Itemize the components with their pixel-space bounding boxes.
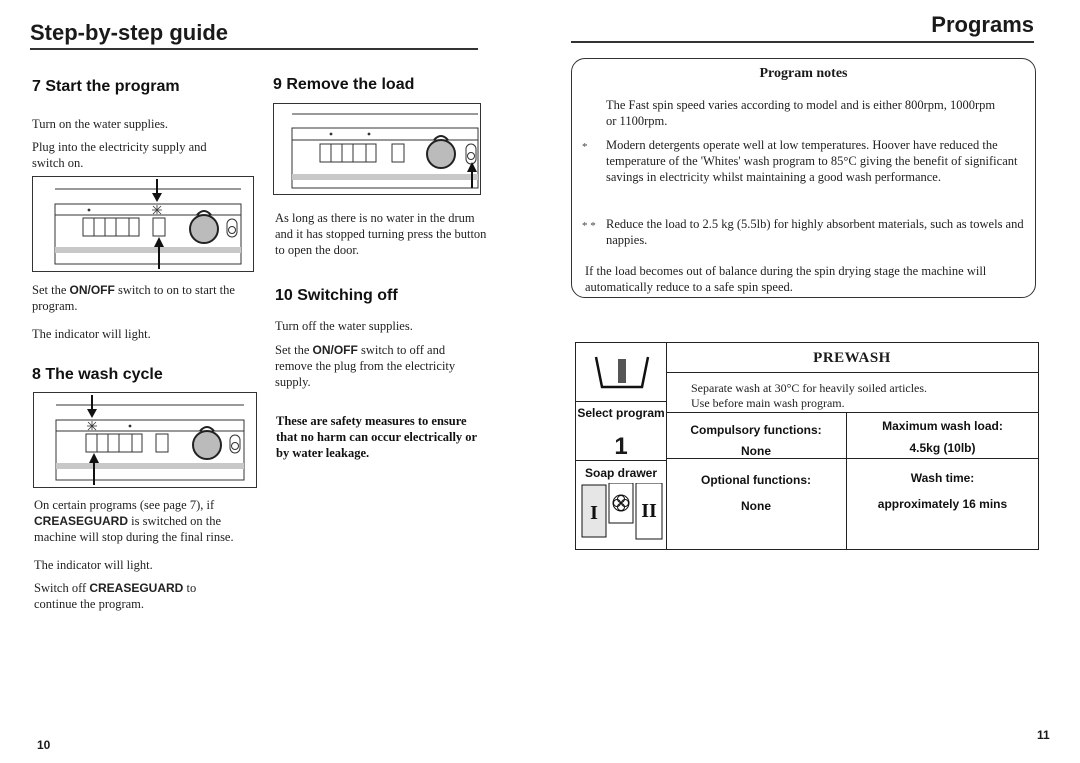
program-note-reduce-load: Reduce the load to 2.5 kg (5.5lb) for hi… xyxy=(606,217,1024,247)
prewash-program-table: Select program 1 Soap drawer I II PREWAS… xyxy=(575,342,1039,550)
start-program-para3: Set the ON/OFF switch to on to start the… xyxy=(32,282,242,314)
start-program-para1: Turn on the water supplies. xyxy=(32,117,168,131)
control-panel-illustration-door xyxy=(273,103,481,195)
program-note-detergents: Modern detergents operate well at low te… xyxy=(606,138,1018,184)
text: Set the xyxy=(275,343,313,357)
remove-load-para1: As long as there is no water in the drum… xyxy=(275,211,487,257)
compartment-I-label: I xyxy=(590,502,598,524)
start-program-para2: Plug into the electricity supply and swi… xyxy=(32,140,207,170)
wash-time-label: Wash time: xyxy=(910,471,975,485)
wash-cycle-para2: The indicator will light. xyxy=(34,558,153,572)
right-title-rule xyxy=(571,41,1034,43)
select-program-label: Select program xyxy=(577,406,665,420)
switching-off-para1: Turn off the water supplies. xyxy=(275,319,413,333)
program-number: 1 xyxy=(614,433,628,460)
compulsory-functions-label: Compulsory functions: xyxy=(690,423,822,437)
wash-cycle-para1: On certain programs (see page 7), if CRE… xyxy=(34,497,264,545)
control-panel-illustration-wash xyxy=(33,392,257,488)
note-double-asterisk: * * xyxy=(582,220,596,232)
safety-note: These are safety measures to ensure that… xyxy=(276,413,477,460)
text: Set the xyxy=(32,283,70,297)
left-page-number: 10 xyxy=(37,738,51,752)
text: On certain programs (see page 7), if xyxy=(34,498,215,512)
on-off-label: ON/OFF xyxy=(69,283,115,297)
wash-cycle-para3: Switch off CREASEGUARD to continue the p… xyxy=(34,580,234,612)
heading-start-program: 7 Start the program xyxy=(32,78,180,95)
prewash-description-1: Separate wash at 30°C for heavily soiled… xyxy=(691,381,928,395)
on-off-label: ON/OFF xyxy=(312,343,358,357)
heading-wash-cycle: 8 The wash cycle xyxy=(32,366,163,383)
start-program-para4: The indicator will light. xyxy=(32,327,151,341)
wash-tub-prewash-icon xyxy=(594,353,650,398)
prewash-description-2: Use before main wash program. xyxy=(691,396,845,410)
note-asterisk: * xyxy=(582,141,588,153)
right-page-title: Programs xyxy=(931,12,1034,37)
program-notes-box: Program notes The Fast spin speed varies… xyxy=(571,58,1036,298)
right-page-number: 11 xyxy=(1037,728,1050,742)
heading-switching-off: 10 Switching off xyxy=(275,287,398,304)
prewash-title: PREWASH xyxy=(813,350,891,366)
wash-time-value: approximately 16 mins xyxy=(877,497,1008,511)
soap-drawer-label: Soap drawer xyxy=(584,466,658,480)
max-load-value: 4.5kg (10lb) xyxy=(909,441,976,455)
left-page-title: Step-by-step guide xyxy=(30,20,229,45)
compartment-II-label: II xyxy=(641,500,657,522)
control-panel-illustration-start xyxy=(32,176,254,272)
creaseguard-label: CREASEGUARD xyxy=(89,581,184,595)
left-title-rule xyxy=(30,48,478,50)
optional-functions-value: None xyxy=(741,499,771,513)
heading-remove-load: 9 Remove the load xyxy=(273,76,415,93)
text: Switch off xyxy=(34,581,90,595)
program-note-spin-speed: The Fast spin speed varies according to … xyxy=(606,98,996,128)
program-note-balance: If the load becomes out of balance durin… xyxy=(585,264,987,294)
creaseguard-label: CREASEGUARD xyxy=(34,514,129,528)
compulsory-functions-value: None xyxy=(741,444,771,458)
switching-off-para2: Set the ON/OFF switch to off and remove … xyxy=(275,342,485,390)
optional-functions-label: Optional functions: xyxy=(701,473,811,487)
program-notes-title: Program notes xyxy=(759,66,848,81)
max-load-label: Maximum wash load: xyxy=(882,419,1003,433)
soap-drawer-compartments: I II xyxy=(581,482,663,546)
